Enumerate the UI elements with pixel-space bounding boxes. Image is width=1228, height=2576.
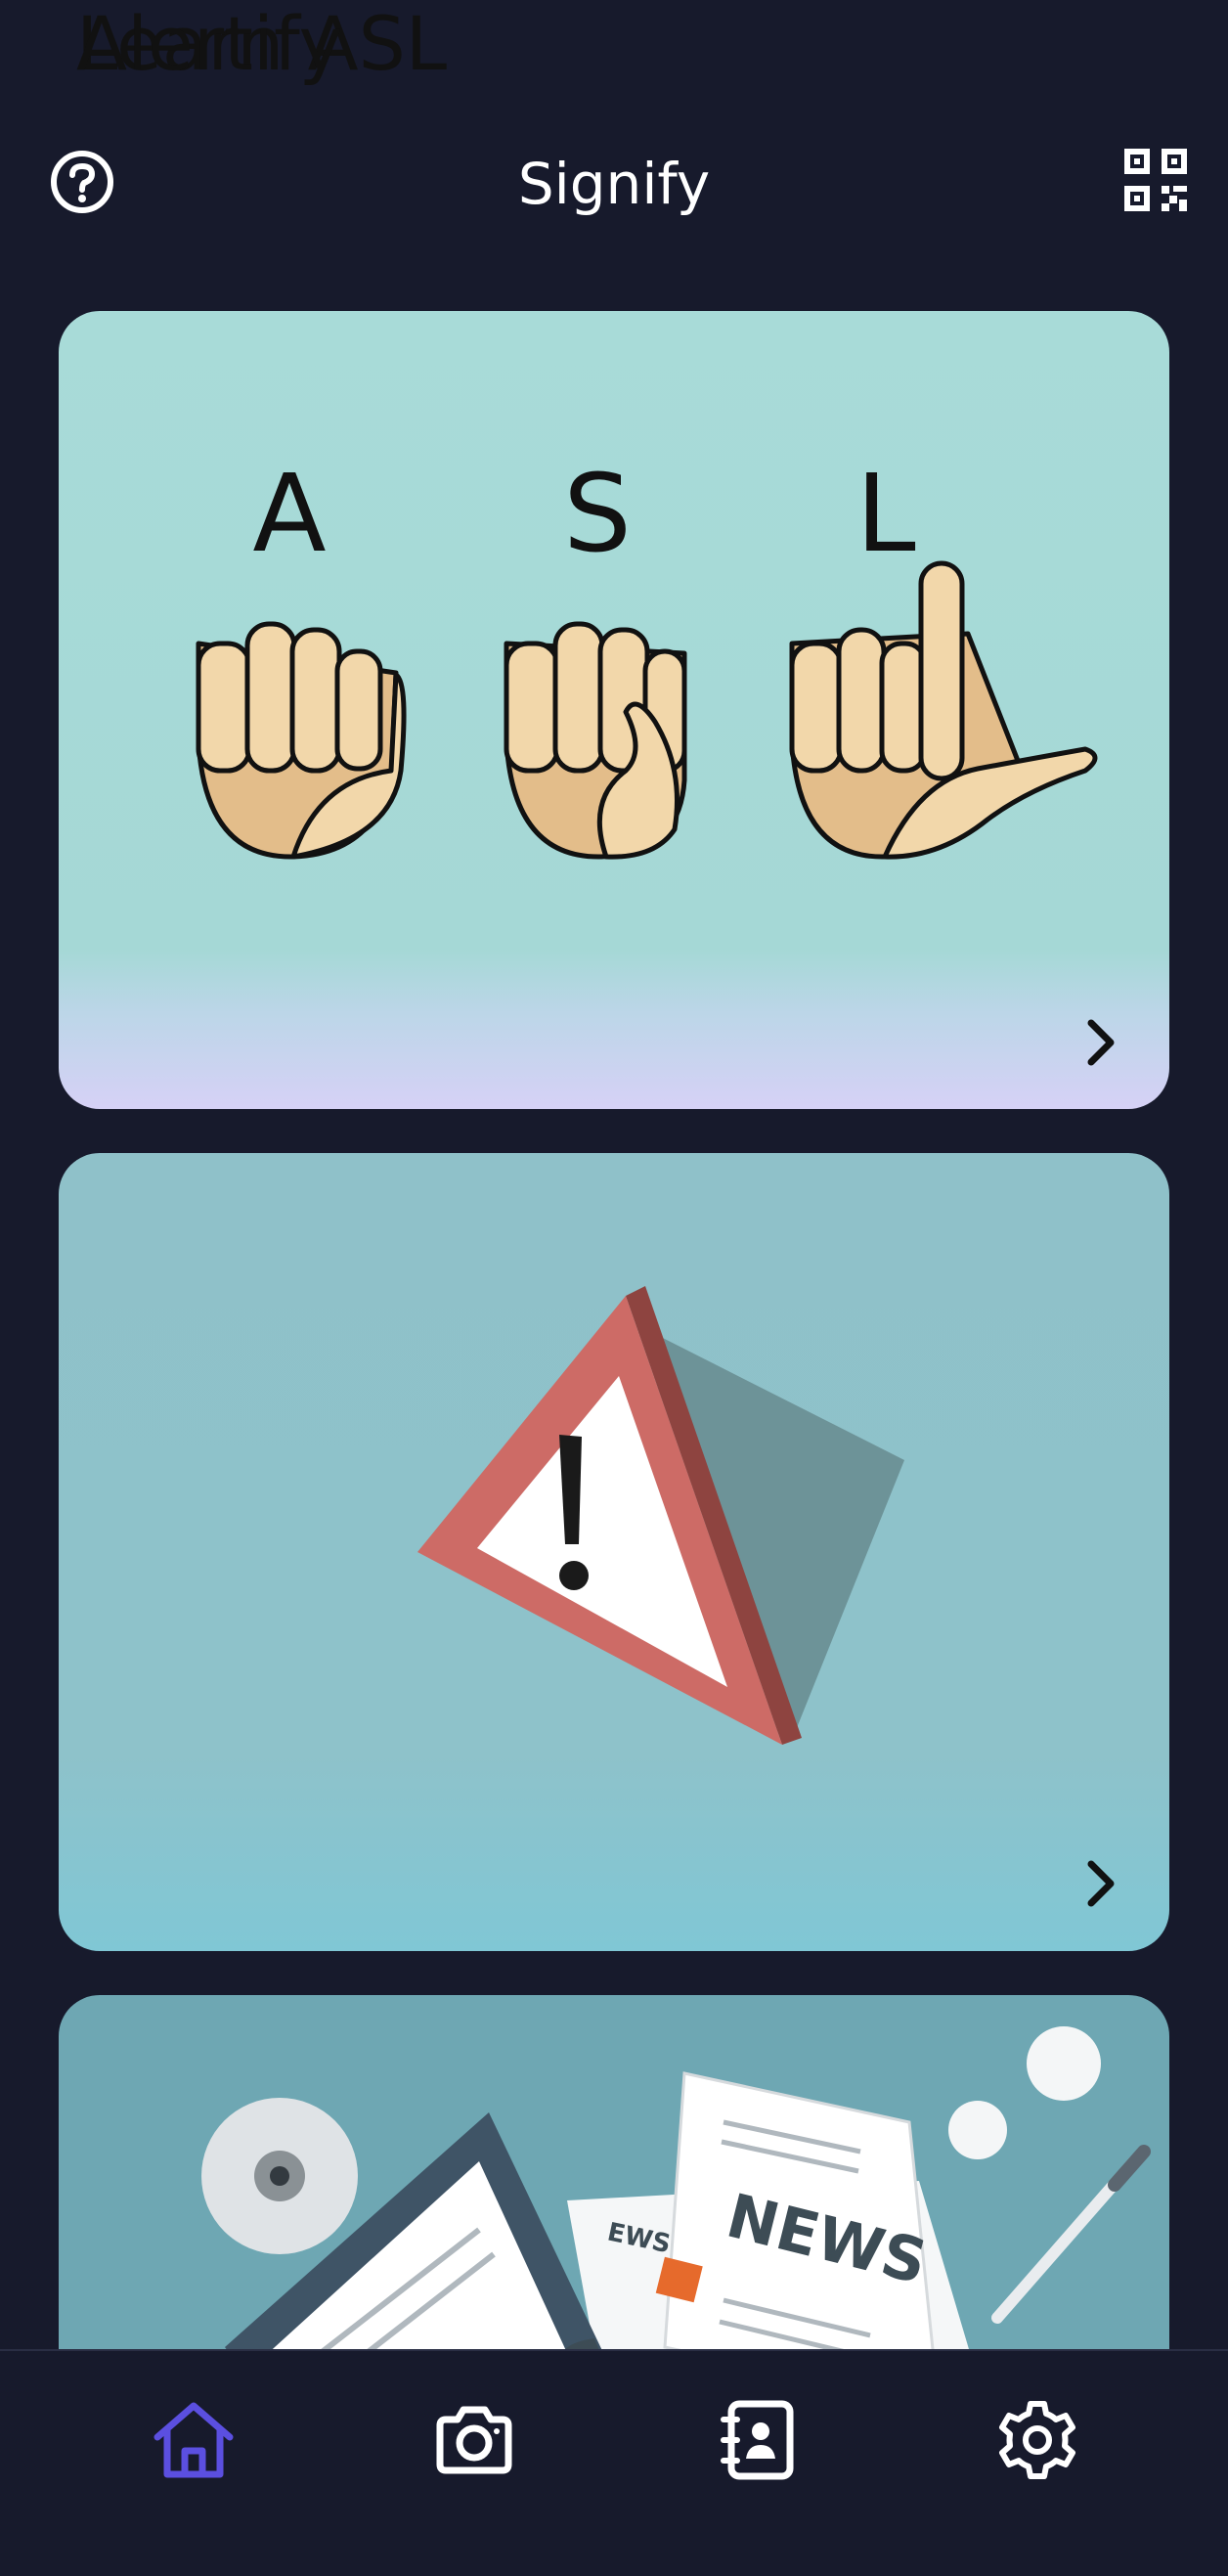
nav-contacts[interactable] [714, 2396, 802, 2484]
asl-hands-illustration: A S L [196, 451, 1098, 860]
camera-icon [436, 2406, 512, 2474]
nav-settings[interactable] [993, 2396, 1081, 2484]
asl-letter-a: A [252, 451, 326, 576]
asl-letter-l: L [855, 451, 915, 576]
app-title: Signify [517, 151, 711, 217]
chevron-right-icon[interactable] [1081, 1017, 1120, 1068]
hand-l-icon [789, 560, 1098, 860]
warning-triangle-illustration [417, 1286, 904, 1745]
nav-camera[interactable] [430, 2396, 518, 2484]
settings-gear-icon [999, 2401, 1075, 2479]
bottom-navigation-bar [0, 2349, 1228, 2576]
hand-a-icon [196, 621, 407, 860]
alertify-label: Alertify [76, 0, 343, 87]
chevron-right-icon[interactable] [1081, 1858, 1120, 1909]
qr-code-icon[interactable] [1124, 149, 1187, 211]
hand-s-icon [504, 621, 687, 860]
nav-home[interactable] [150, 2396, 238, 2484]
contacts-book-icon [721, 2400, 794, 2480]
home-icon [154, 2402, 234, 2478]
asl-letter-s: S [563, 451, 632, 576]
